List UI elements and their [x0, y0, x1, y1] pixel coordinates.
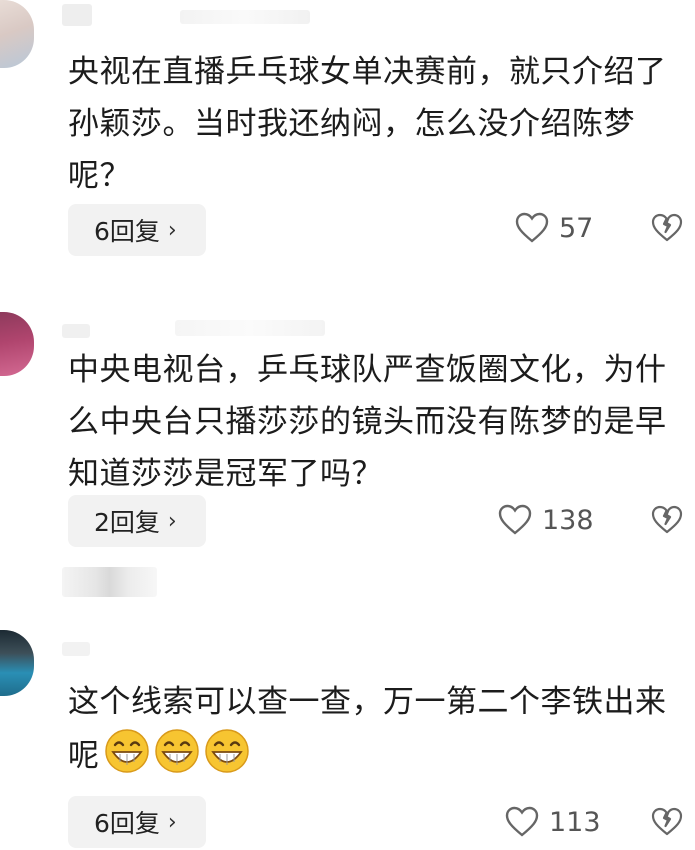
- heart-outline-icon: [498, 504, 532, 535]
- avatar[interactable]: [0, 630, 34, 696]
- like-count: 113: [549, 806, 601, 838]
- like-button[interactable]: 113: [505, 806, 601, 838]
- broken-heart-icon: [651, 807, 683, 836]
- chevron-right-icon: ›: [167, 809, 177, 835]
- emoji-row: [104, 729, 254, 774]
- comment-item: 这个线索可以查一查，万一第二个李铁出来呢 6回复 › 113: [0, 620, 695, 850]
- grin-icon: [204, 729, 249, 773]
- chevron-right-icon: ›: [167, 508, 177, 534]
- reply-count-button[interactable]: 6回复 ›: [68, 204, 206, 256]
- username[interactable]: [62, 324, 90, 338]
- username-meta: [180, 10, 310, 24]
- comment-item: 央视在直播乒乓球女单决赛前，就只介绍了孙颖莎。当时我还纳闷，怎么没介绍陈梦呢？ …: [0, 0, 695, 280]
- avatar[interactable]: [0, 312, 34, 376]
- reply-count-button[interactable]: 2回复 ›: [68, 495, 206, 547]
- like-button[interactable]: 57: [515, 212, 593, 244]
- avatar[interactable]: [0, 0, 34, 68]
- grin-icon: [154, 729, 199, 773]
- username[interactable]: [62, 4, 92, 26]
- broken-heart-icon: [651, 505, 683, 534]
- username[interactable]: [62, 642, 90, 656]
- heart-outline-icon: [505, 806, 539, 837]
- heart-outline-icon: [515, 212, 549, 243]
- reply-count-label: 2回复: [94, 508, 160, 537]
- comment-text: 这个线索可以查一查，万一第二个李铁出来呢: [68, 676, 690, 782]
- dislike-button[interactable]: [651, 807, 683, 841]
- broken-heart-icon: [651, 213, 683, 242]
- dislike-button[interactable]: [651, 505, 683, 539]
- like-count: 57: [559, 212, 594, 244]
- username-meta: [175, 320, 325, 336]
- chevron-right-icon: ›: [167, 217, 177, 243]
- comment-item: 中央电视台，乒乓球队严查饭圈文化，为什么中央台只播莎莎的镜头而没有陈梦的是早知道…: [0, 300, 695, 570]
- reply-count-button[interactable]: 6回复 ›: [68, 796, 206, 848]
- like-button[interactable]: 138: [498, 504, 594, 536]
- grin-icon: [104, 729, 149, 773]
- reply-count-label: 6回复: [94, 809, 160, 838]
- reply-count-label: 6回复: [94, 217, 160, 246]
- dislike-button[interactable]: [651, 213, 683, 247]
- blurred-divider: [62, 567, 157, 597]
- comment-text: 央视在直播乒乓球女单决赛前，就只介绍了孙颖莎。当时我还纳闷，怎么没介绍陈梦呢？: [68, 54, 667, 194]
- comment-text: 中央电视台，乒乓球队严查饭圈文化，为什么中央台只播莎莎的镜头而没有陈梦的是早知道…: [68, 352, 667, 492]
- like-count: 138: [542, 504, 594, 536]
